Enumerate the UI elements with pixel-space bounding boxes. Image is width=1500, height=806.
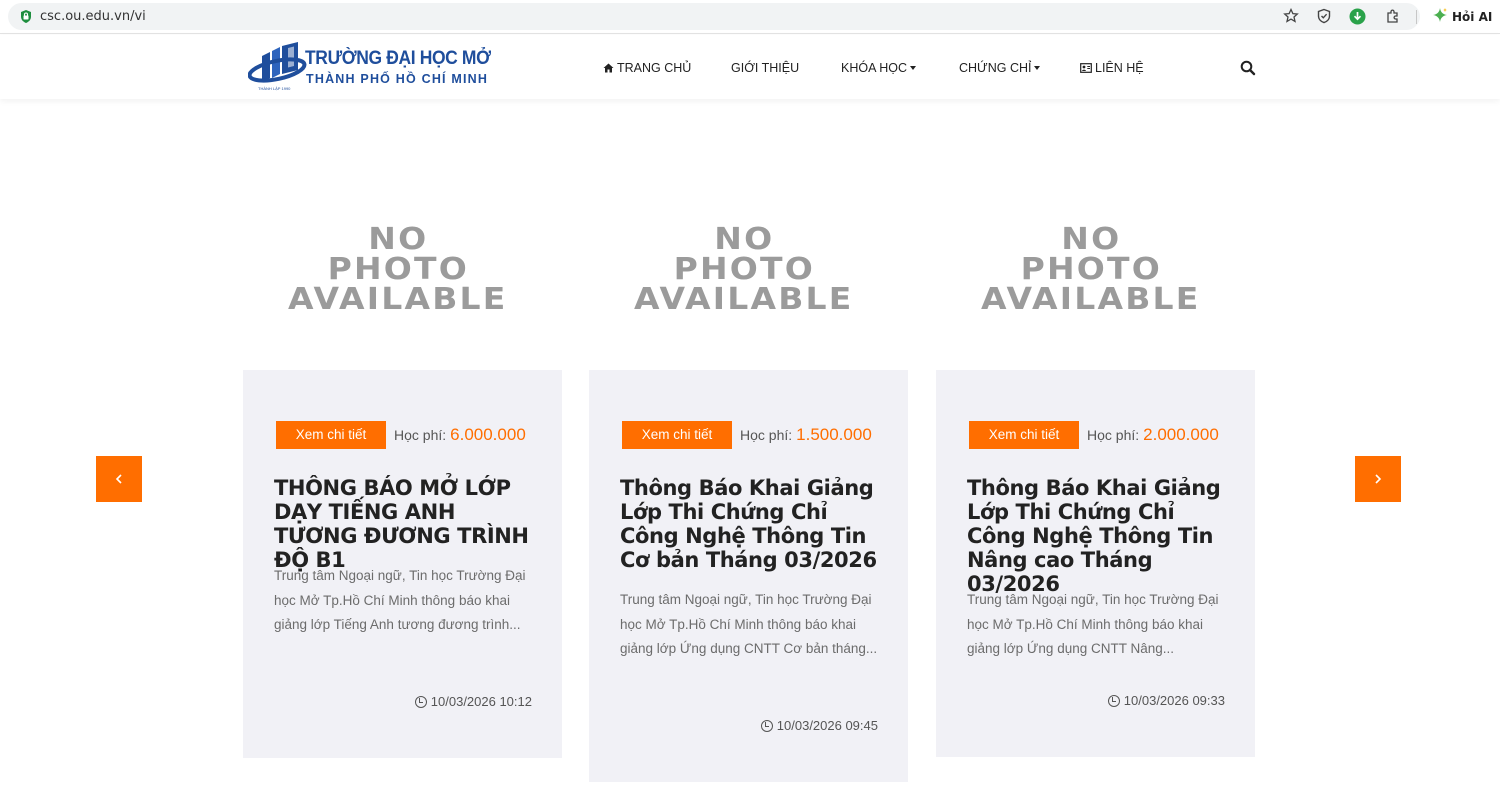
nav-contact[interactable]: LIÊN HỆ	[1080, 61, 1144, 75]
no-photo-text: NO	[1060, 222, 1122, 257]
university-logo[interactable]: TRƯỜNG ĐẠI HỌC MỞ THÀNH PHỐ HỒ CHÍ MINH …	[248, 40, 491, 96]
card-image[interactable]: NO PHOTO AVAILABLE	[584, 170, 904, 370]
nav-home-label: TRANG CHỦ	[617, 61, 692, 75]
shield-icon[interactable]	[1315, 7, 1333, 25]
download-icon[interactable]	[1348, 7, 1366, 25]
card-date-text: 10/03/2026 09:45	[776, 718, 878, 733]
news-card: Xem chi tiết Học phí: 2.000.000 Thông Bá…	[936, 370, 1255, 757]
no-photo-text: NO	[713, 222, 775, 257]
ask-ai-label: Hỏi AI	[1452, 9, 1493, 24]
no-photo-text: PHOTO	[327, 252, 469, 287]
view-detail-button[interactable]: Xem chi tiết	[276, 421, 386, 449]
search-icon[interactable]	[1240, 60, 1256, 76]
caret-down-icon	[1034, 66, 1041, 70]
no-photo-text: AVAILABLE	[981, 282, 1201, 317]
nav-courses[interactable]: KHÓA HỌC	[841, 61, 916, 75]
site-header: TRƯỜNG ĐẠI HỌC MỞ THÀNH PHỐ HỒ CHÍ MINH …	[0, 35, 1500, 99]
news-card: Xem chi tiết Học phí: 6.000.000 THÔNG BÁ…	[243, 370, 562, 758]
card-meta: Xem chi tiết Học phí: 2.000.000	[969, 421, 1219, 449]
card-meta: Xem chi tiết Học phí: 6.000.000	[276, 421, 526, 449]
carousel-next-button[interactable]	[1355, 456, 1401, 502]
fee-value: 1.500.000	[796, 425, 872, 444]
news-card: Xem chi tiết Học phí: 1.500.000 Thông Bá…	[589, 370, 908, 782]
lock-icon[interactable]	[19, 9, 33, 24]
contact-card-icon	[1080, 63, 1092, 73]
view-detail-button[interactable]: Xem chi tiết	[622, 421, 732, 449]
fee-label: Học phí:	[394, 427, 447, 443]
star-icon[interactable]	[1282, 7, 1300, 25]
news-carousel: NO PHOTO AVAILABLE Xem chi tiết Học phí:…	[0, 100, 1500, 806]
nav-home[interactable]: TRANG CHỦ	[603, 61, 691, 75]
chevron-right-icon	[1375, 474, 1382, 484]
card-date: 10/03/2026 09:33	[1107, 693, 1225, 708]
home-icon	[603, 63, 614, 73]
caret-down-icon	[910, 66, 916, 70]
logo-subtitle: THÀNH PHỐ HỒ CHÍ MINH	[306, 72, 489, 86]
ask-ai-button[interactable]: Hỏi AI	[1426, 3, 1496, 30]
nav-about-label: GIỚI THIỆU	[731, 61, 800, 75]
fee-value: 6.000.000	[450, 425, 526, 444]
no-photo-text: NO	[367, 222, 429, 257]
card-date-text: 10/03/2026 10:12	[430, 694, 532, 709]
puzzle-icon[interactable]	[1384, 7, 1402, 25]
no-photo-text: AVAILABLE	[634, 282, 854, 317]
fee-label: Học phí:	[740, 427, 793, 443]
logo-established: THÀNH LẬP 1990	[258, 86, 291, 91]
card-image[interactable]: NO PHOTO AVAILABLE	[238, 170, 558, 370]
nav-certificates-label: CHỨNG CHỈ	[959, 61, 1032, 75]
nav-courses-label: KHÓA HỌC	[841, 61, 907, 75]
card-title[interactable]: Thông Báo Khai Giảng Lớp Thi Chứng Chỉ C…	[967, 476, 1232, 596]
fee-value: 2.000.000	[1143, 425, 1219, 444]
address-bar[interactable]: csc.ou.edu.vn/vi	[8, 3, 1420, 30]
card-date: 10/03/2026 10:12	[414, 694, 532, 709]
card-image[interactable]: NO PHOTO AVAILABLE	[931, 170, 1251, 370]
card-excerpt: Trung tâm Ngoại ngữ, Tin học Trường Đại …	[967, 592, 1219, 656]
sparkle-icon	[1432, 7, 1448, 26]
card-date-text: 10/03/2026 09:33	[1123, 693, 1225, 708]
card-excerpt: Trung tâm Ngoại ngữ, Tin học Trường Đại …	[274, 568, 526, 632]
card-date: 10/03/2026 09:45	[760, 718, 878, 733]
clock-icon	[1107, 694, 1120, 707]
clock-icon	[414, 695, 427, 708]
card-title[interactable]: Thông Báo Khai Giảng Lớp Thi Chứng Chỉ C…	[620, 476, 885, 572]
url-text[interactable]: csc.ou.edu.vn/vi	[40, 9, 146, 24]
no-photo-text: PHOTO	[673, 252, 815, 287]
card-title[interactable]: THÔNG BÁO MỞ LỚP DẠY TIẾNG ANH TƯƠNG ĐƯƠ…	[274, 476, 539, 572]
fee-label: Học phí:	[1087, 427, 1140, 443]
card-meta: Xem chi tiết Học phí: 1.500.000	[622, 421, 872, 449]
view-detail-button[interactable]: Xem chi tiết	[969, 421, 1079, 449]
clock-icon	[760, 719, 773, 732]
card-excerpt: Trung tâm Ngoại ngữ, Tin học Trường Đại …	[620, 592, 878, 656]
carousel-prev-button[interactable]	[96, 456, 142, 502]
nav-about[interactable]: GIỚI THIỆU	[731, 61, 799, 75]
nav-certificates[interactable]: CHỨNG CHỈ	[959, 61, 1041, 75]
browser-toolbar: csc.ou.edu.vn/vi Hỏi AI	[0, 0, 1500, 34]
nav-contact-label: LIÊN HỆ	[1095, 61, 1144, 75]
chevron-left-icon	[115, 474, 122, 484]
no-photo-text: AVAILABLE	[288, 282, 508, 317]
logo-title: TRƯỜNG ĐẠI HỌC MỞ	[305, 48, 491, 69]
toolbar-divider	[1416, 10, 1417, 24]
no-photo-text: PHOTO	[1020, 252, 1162, 287]
